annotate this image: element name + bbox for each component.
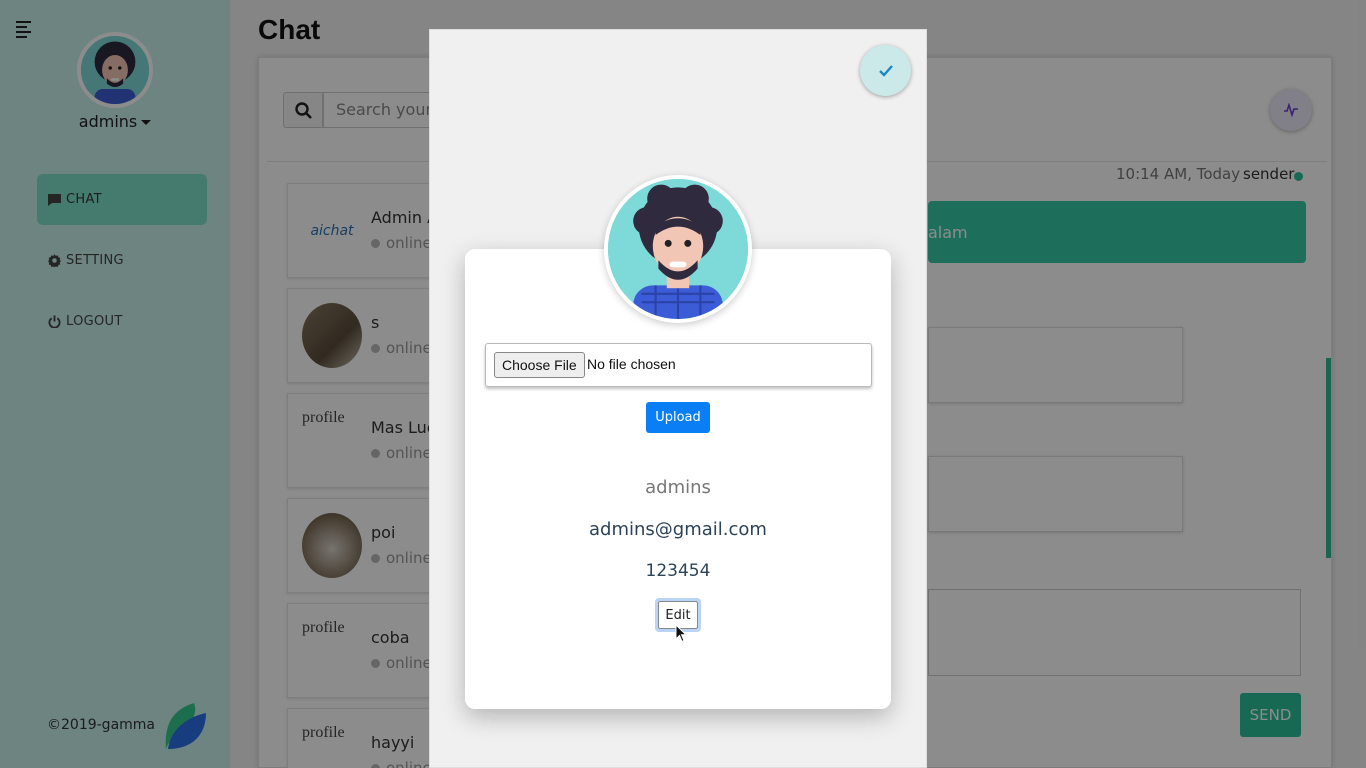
profile-avatar [604,175,752,323]
edit-label: Edit [665,607,691,623]
upload-button[interactable]: Upload [646,402,710,433]
profile-phone: 123454 [645,561,711,581]
check-icon [878,65,893,77]
profile-email: admins@gmail.com [589,519,767,540]
choose-file-button[interactable]: Choose File [494,352,585,378]
mouse-cursor-icon [675,624,687,643]
file-status: No file chosen [587,356,676,372]
profile-name: admins [645,477,711,498]
file-input[interactable]: Choose File No file chosen [485,343,872,387]
confirm-button[interactable] [860,45,911,96]
